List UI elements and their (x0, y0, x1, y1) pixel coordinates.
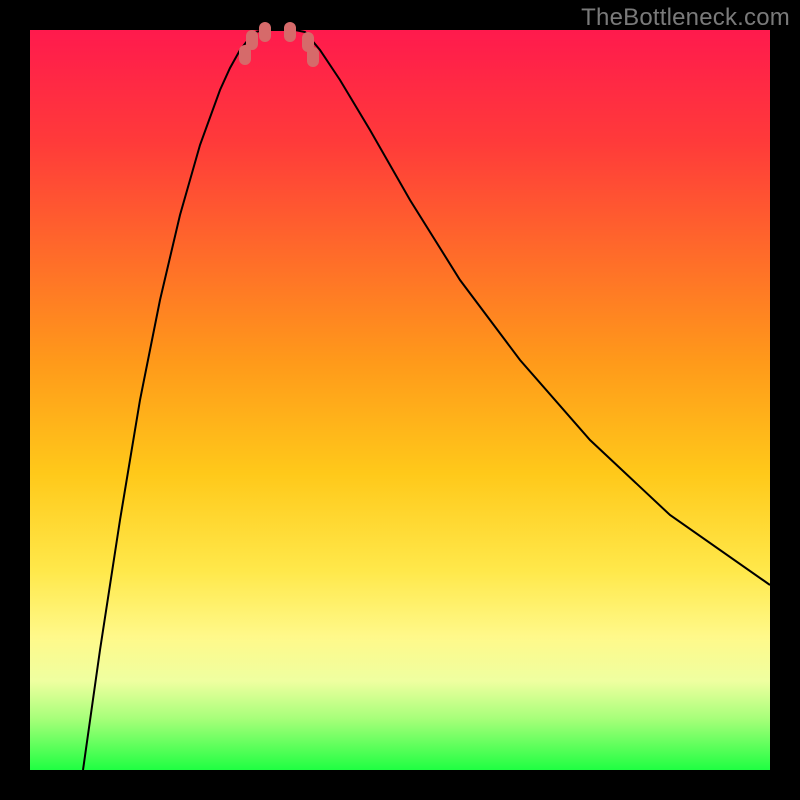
bottleneck-curve (83, 30, 770, 770)
bottleneck-curve-svg (30, 30, 770, 770)
chart-plot-area (30, 30, 770, 770)
curve-marker (284, 22, 296, 42)
curve-marker (307, 47, 319, 67)
curve-markers (239, 22, 319, 67)
watermark-text: TheBottleneck.com (581, 4, 790, 32)
curve-marker (246, 30, 258, 50)
curve-marker (259, 22, 271, 42)
